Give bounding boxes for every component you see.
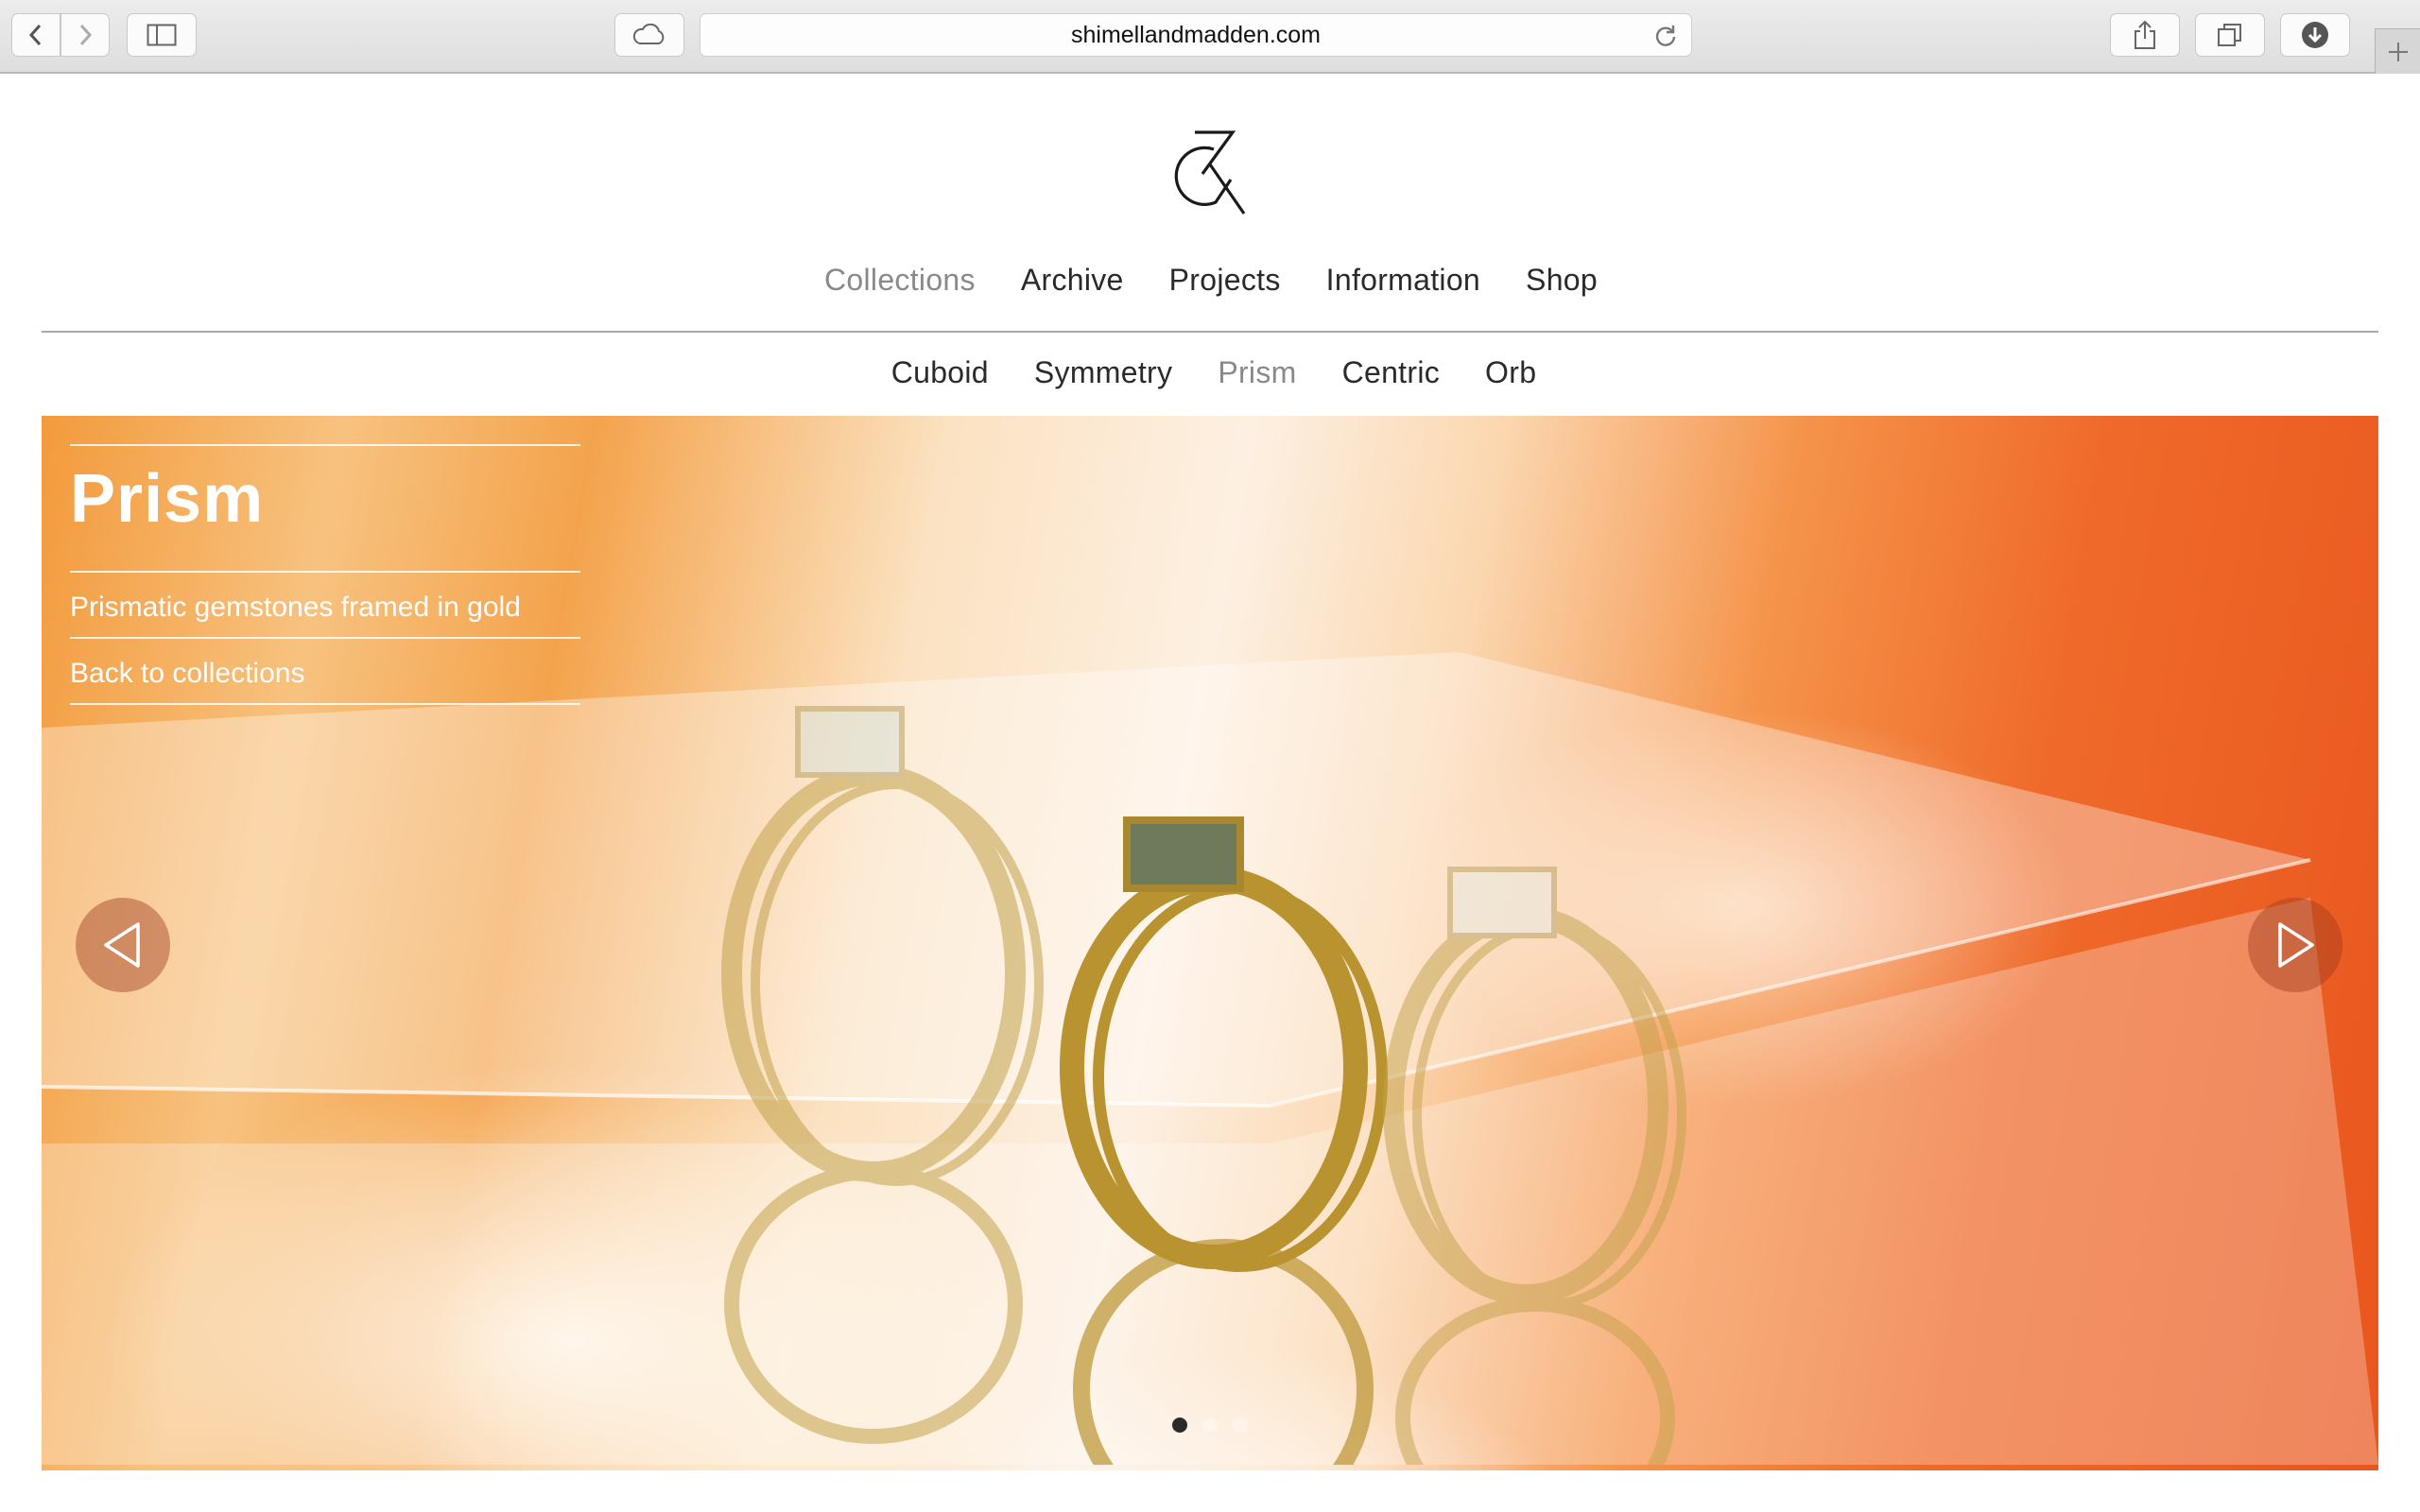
nav-archive[interactable]: Archive (1021, 263, 1124, 298)
main-nav: Collections Archive Projects Information… (0, 263, 2420, 298)
reload-icon[interactable] (1653, 24, 1678, 48)
triangle-left-icon (104, 922, 140, 968)
new-tab-button[interactable] (2375, 28, 2420, 74)
triangle-right-icon (2278, 922, 2314, 968)
address-bar[interactable]: shimellandmadden.com (700, 13, 1692, 57)
previous-slide-button[interactable] (76, 898, 170, 992)
nav-shop[interactable]: Shop (1526, 263, 1598, 298)
hero-image-rings (42, 652, 2378, 1465)
slide-dot[interactable] (1233, 1418, 1248, 1433)
slide-dot[interactable] (1202, 1418, 1218, 1433)
browser-toolbar: shimellandmadden.com (0, 0, 2420, 74)
subnav-orb[interactable]: Orb (1485, 355, 1536, 390)
next-slide-button[interactable] (2248, 898, 2342, 992)
collection-tagline: Prismatic gemstones framed in gold (70, 592, 521, 623)
download-icon (2302, 22, 2328, 48)
collection-info-panel: Prism Prismatic gemstones framed in gold… (70, 444, 580, 705)
forward-button[interactable] (60, 13, 110, 57)
hero-slideshow: Prism Prismatic gemstones framed in gold… (42, 416, 2378, 1470)
icloud-tabs-button[interactable] (614, 13, 684, 57)
tabs-icon (2218, 24, 2241, 46)
cloud-icon (632, 24, 665, 44)
back-to-collections-link[interactable]: Back to collections (70, 639, 580, 703)
show-tabs-button[interactable] (2195, 13, 2265, 57)
sidebar-icon (147, 24, 177, 46)
chevron-left-icon (28, 24, 42, 46)
site-logo[interactable] (1165, 123, 1250, 217)
plus-icon (2388, 42, 2408, 61)
nav-divider (42, 331, 2378, 333)
back-button[interactable] (11, 13, 60, 57)
slide-dot[interactable] (1172, 1418, 1187, 1433)
nav-collections[interactable]: Collections (824, 263, 976, 298)
panel-rule-bottom (70, 703, 580, 705)
chevron-right-icon (79, 24, 93, 46)
subnav-symmetry[interactable]: Symmetry (1034, 355, 1172, 390)
share-button[interactable] (2110, 13, 2180, 57)
collection-subnav: Cuboid Symmetry Prism Centric Orb (0, 355, 2420, 390)
nav-information[interactable]: Information (1326, 263, 1480, 298)
slide-pagination (1172, 1418, 1248, 1433)
collection-title: Prism (70, 461, 265, 537)
share-icon (2135, 20, 2155, 49)
subnav-centric[interactable]: Centric (1342, 355, 1440, 390)
downloads-button[interactable] (2280, 13, 2350, 57)
nav-projects[interactable]: Projects (1169, 263, 1281, 298)
subnav-cuboid[interactable]: Cuboid (891, 355, 989, 390)
url-text: shimellandmadden.com (1070, 21, 1322, 48)
sidebar-button[interactable] (127, 13, 197, 57)
subnav-prism[interactable]: Prism (1218, 355, 1296, 390)
